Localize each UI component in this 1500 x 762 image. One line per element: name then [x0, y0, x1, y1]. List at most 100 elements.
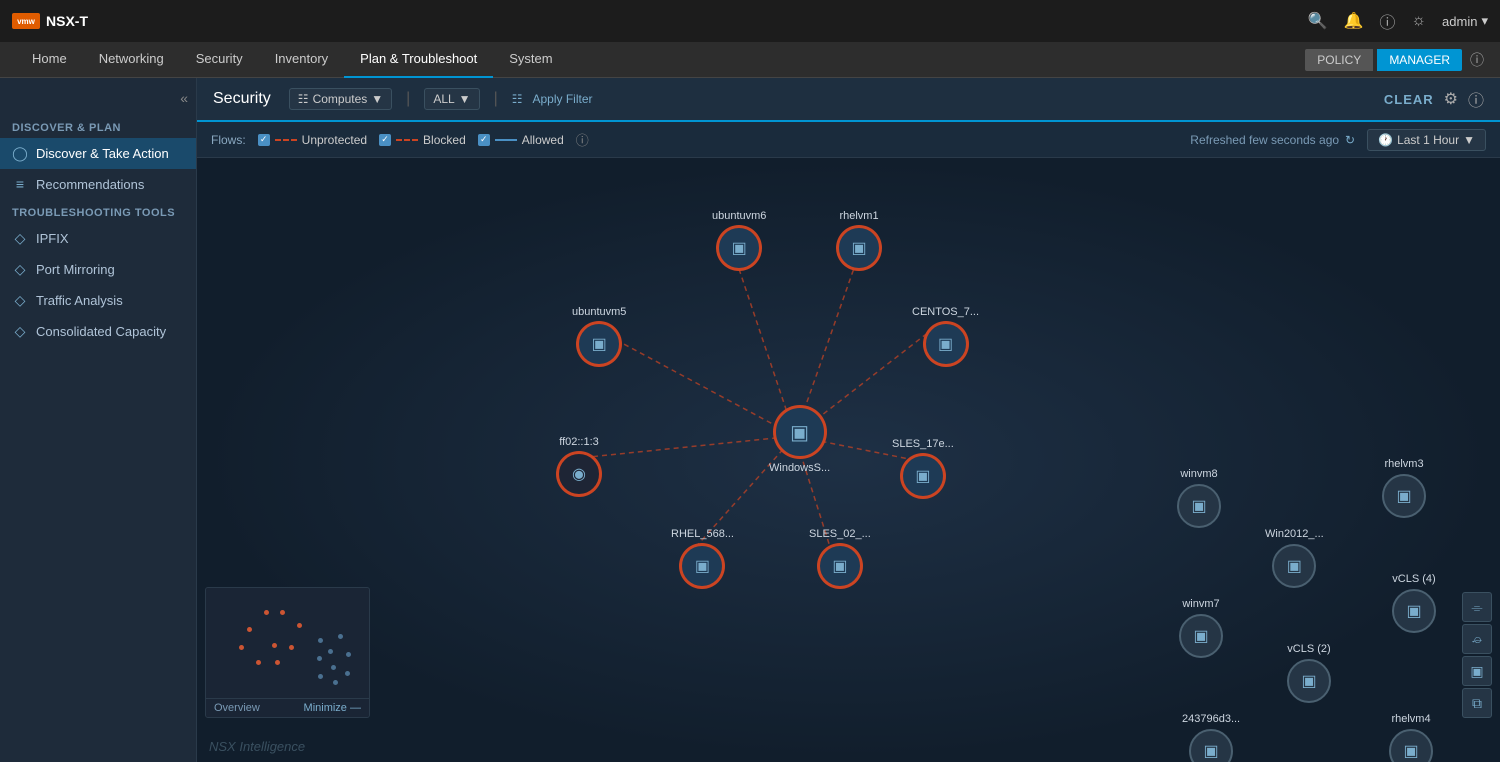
bell-icon[interactable]: 🔔 [1343, 11, 1363, 31]
flows-info-icon[interactable]: ⓘ [576, 130, 589, 149]
apply-filter-btn[interactable]: Apply Filter [532, 92, 592, 106]
brand: vmw NSX-T [12, 13, 88, 29]
nav-plan-troubleshoot[interactable]: Plan & Troubleshoot [344, 42, 493, 78]
help-icon[interactable]: ⓘ [1468, 87, 1484, 111]
node-ubuntuvm6[interactable]: ubuntuvm6 ▣ [712, 210, 766, 270]
center-node[interactable]: ▣ WindowsS... [769, 406, 830, 474]
question-icon[interactable]: ⓘ [1379, 9, 1395, 33]
sidebar-item-discover-take-action[interactable]: ◯ Discover & Take Action [0, 138, 196, 169]
node-winvm8[interactable]: winvm8 ▣ [1177, 468, 1221, 528]
traffic-analysis-icon: ◇ [12, 292, 28, 309]
node-rhelvm4[interactable]: rhelvm4 ▣ [1389, 713, 1433, 762]
flows-bar: Flows: ✓ Unprotected ✓ Blocked ✓ Allowed… [197, 122, 1500, 158]
nav-networking[interactable]: Networking [83, 42, 180, 78]
sidebar-item-ipfix[interactable]: ◇ IPFIX [0, 223, 196, 254]
node-ff02[interactable]: ff02::1:3 ◉ [557, 436, 601, 496]
clear-button[interactable]: CLEAR [1384, 92, 1434, 107]
theme-icon[interactable]: ☼ [1411, 12, 1426, 30]
node-winvm7-circle[interactable]: ▣ [1179, 614, 1223, 658]
refresh-icon[interactable]: ↻ [1345, 133, 1355, 147]
node-rhelvm3[interactable]: rhelvm3 ▣ [1382, 458, 1426, 518]
nav-home[interactable]: Home [16, 42, 83, 78]
node-sles02-icon: ▣ [832, 556, 847, 576]
node-vcls4-circle[interactable]: ▣ [1392, 589, 1436, 633]
sidebar-item-traffic-analysis[interactable]: ◇ Traffic Analysis [0, 285, 196, 316]
nav-system[interactable]: System [493, 42, 568, 78]
minimize-label: Minimize [304, 702, 347, 714]
center-node-circle[interactable]: ▣ [774, 406, 826, 458]
node-winvm8-label: winvm8 [1180, 468, 1217, 480]
time-filter[interactable]: 🕐 Last 1 Hour ▼ [1367, 129, 1486, 151]
node-win2012-circle[interactable]: ▣ [1272, 544, 1316, 588]
zoom-in-icon: ⌯ [1471, 599, 1482, 616]
user-menu[interactable]: admin ▾ [1442, 13, 1488, 29]
filter-separator: | [406, 90, 410, 108]
center-node-icon: ▣ [790, 420, 809, 445]
zoom-controls: ⌯ ⌮ ▣ ⧉ [1462, 592, 1492, 718]
minimap-canvas [206, 588, 370, 698]
zoom-in-button[interactable]: ⌯ [1462, 592, 1492, 622]
node-winvm7[interactable]: winvm7 ▣ [1179, 598, 1223, 658]
node-sles02[interactable]: SLES_02_... ▣ [809, 528, 871, 588]
node-winvm7-icon: ▣ [1193, 626, 1208, 646]
node-ubuntuvm6-circle[interactable]: ▣ [717, 226, 761, 270]
node-243796d3-circle[interactable]: ▣ [1189, 729, 1233, 762]
node-rhelvm3-circle[interactable]: ▣ [1382, 474, 1426, 518]
node-winvm8-circle[interactable]: ▣ [1177, 484, 1221, 528]
nav-inventory[interactable]: Inventory [259, 42, 344, 78]
node-rhelvm1[interactable]: rhelvm1 ▣ [837, 210, 881, 270]
sidebar-collapse: « [0, 86, 196, 114]
reset-view-button[interactable]: ⧉ [1462, 688, 1492, 718]
sidebar-item-consolidated-capacity[interactable]: ◇ Consolidated Capacity [0, 316, 196, 347]
policy-button[interactable]: POLICY [1305, 49, 1373, 71]
node-ubuntuvm5-circle[interactable]: ▣ [577, 322, 621, 366]
manager-button[interactable]: MANAGER [1377, 49, 1462, 71]
fit-view-button[interactable]: ▣ [1462, 656, 1492, 686]
blocked-indicator: ✓ Blocked [379, 133, 466, 147]
nav-info-icon[interactable]: ⓘ [1470, 50, 1484, 70]
node-centos7[interactable]: CENTOS_7... ▣ [912, 306, 979, 366]
minimize-button[interactable]: Minimize — [304, 702, 361, 714]
node-sles17-circle[interactable]: ▣ [901, 454, 945, 498]
node-243796d3[interactable]: 243796d3... ▣ [1182, 713, 1240, 762]
node-win2012-icon: ▣ [1287, 556, 1302, 576]
all-filter[interactable]: ALL ▼ [424, 88, 479, 110]
node-centos7-label: CENTOS_7... [912, 306, 979, 318]
node-rhelvm4-circle[interactable]: ▣ [1389, 729, 1433, 762]
settings-icon[interactable]: ⚙ [1444, 89, 1458, 109]
computes-filter[interactable]: ☷ Computes ▼ [289, 88, 392, 110]
node-rhelvm1-circle[interactable]: ▣ [837, 226, 881, 270]
all-chevron: ▼ [459, 92, 471, 106]
node-ubuntuvm5[interactable]: ubuntuvm5 ▣ [572, 306, 626, 366]
graph-area[interactable]: ▣ WindowsS... ubuntuvm6 ▣ rhelvm1 ▣ u [197, 158, 1500, 762]
node-243796d3-label: 243796d3... [1182, 713, 1240, 725]
node-vcls2-label: vCLS (2) [1287, 643, 1330, 655]
node-rhelvm3-label: rhelvm3 [1384, 458, 1423, 470]
main-layout: « Discover & Plan ◯ Discover & Take Acti… [0, 78, 1500, 762]
search-icon[interactable]: 🔍 [1308, 11, 1328, 31]
node-win2012[interactable]: Win2012_... ▣ [1265, 528, 1324, 588]
node-vcls4[interactable]: vCLS (4) ▣ [1392, 573, 1436, 633]
sidebar-item-recommendations[interactable]: ≡ Recommendations [0, 169, 196, 199]
node-vcls2-circle[interactable]: ▣ [1287, 659, 1331, 703]
refresh-info: Refreshed few seconds ago ↻ [1190, 133, 1355, 147]
node-vcls2[interactable]: vCLS (2) ▣ [1287, 643, 1331, 703]
node-sles02-circle[interactable]: ▣ [818, 544, 862, 588]
nav-security[interactable]: Security [180, 42, 259, 78]
consolidated-icon: ◇ [12, 323, 28, 340]
all-label: ALL [433, 92, 454, 106]
blocked-label: Blocked [423, 133, 466, 147]
zoom-out-button[interactable]: ⌮ [1462, 624, 1492, 654]
node-ff02-circle[interactable]: ◉ [557, 452, 601, 496]
sidebar-item-port-mirroring[interactable]: ◇ Port Mirroring [0, 254, 196, 285]
username: admin [1442, 14, 1477, 29]
zoom-out-icon: ⌮ [1472, 631, 1482, 648]
node-sles17[interactable]: SLES_17e... ▣ [892, 438, 954, 498]
collapse-icon[interactable]: « [180, 90, 188, 106]
node-centos7-circle[interactable]: ▣ [924, 322, 968, 366]
nav-plan-label: Plan & Troubleshoot [360, 51, 477, 66]
node-rhel568-circle[interactable]: ▣ [680, 544, 724, 588]
nav-networking-label: Networking [99, 51, 164, 66]
node-rhel568[interactable]: RHEL_568... ▣ [671, 528, 734, 588]
node-rhelvm4-icon: ▣ [1403, 741, 1418, 761]
